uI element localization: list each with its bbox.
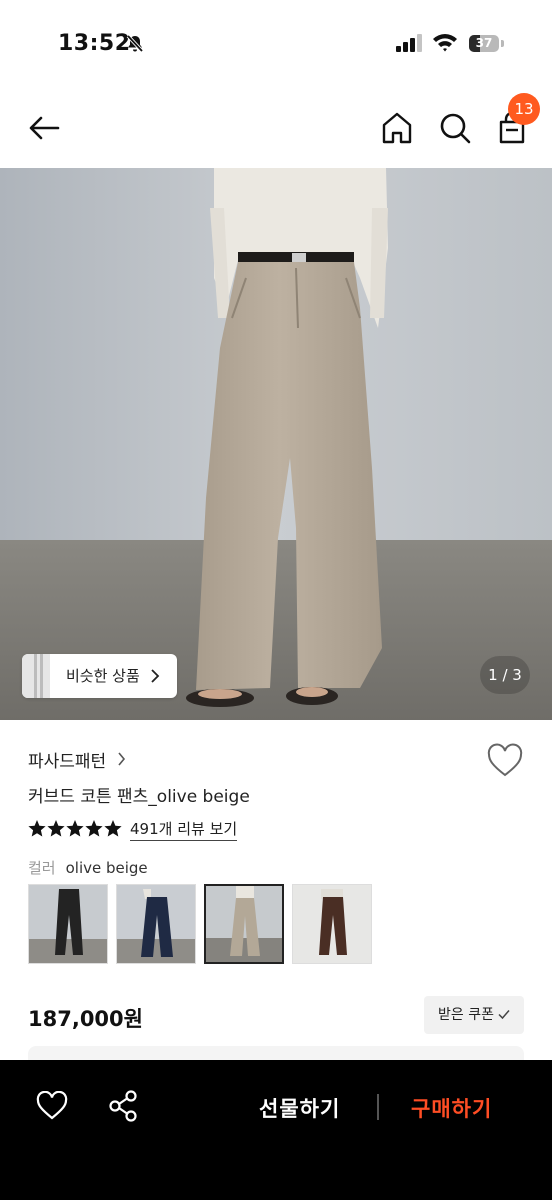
color-label: 컬러 xyxy=(28,859,56,877)
reviews-link[interactable]: 491개 리뷰 보기 xyxy=(130,818,238,841)
cellular-signal-icon xyxy=(396,34,422,52)
color-swatch-black[interactable] xyxy=(28,884,108,964)
color-swatch-olive-beige[interactable] xyxy=(204,884,284,964)
bottom-action-bar: 선물하기 구매하기 xyxy=(0,1060,552,1200)
buy-button[interactable]: 구매하기 xyxy=(411,1093,492,1123)
color-swatch-brown[interactable] xyxy=(292,884,372,964)
share-icon[interactable] xyxy=(108,1090,138,1122)
rating-stars xyxy=(28,820,122,837)
chevron-right-icon xyxy=(151,669,160,683)
status-bar: 13:52 37 xyxy=(0,0,552,80)
similar-products-button[interactable]: 비슷한 상품 xyxy=(22,654,177,698)
home-icon[interactable] xyxy=(380,110,414,146)
wifi-icon xyxy=(433,34,457,52)
divider xyxy=(377,1094,379,1120)
bell-muted-icon xyxy=(126,34,144,53)
color-selection: 컬러 olive beige xyxy=(28,857,148,878)
wishlist-heart-icon[interactable] xyxy=(486,743,524,779)
top-navigation: 13 xyxy=(0,90,552,166)
battery-level: 37 xyxy=(475,36,493,50)
search-icon[interactable] xyxy=(438,110,472,146)
similar-products-label: 비슷한 상품 xyxy=(66,667,140,685)
wishlist-heart-icon[interactable] xyxy=(36,1091,68,1121)
cart-count-badge: 13 xyxy=(508,93,540,125)
received-coupon-button[interactable]: 받은 쿠폰 xyxy=(424,996,524,1034)
battery-indicator: 37 xyxy=(469,35,505,53)
check-icon xyxy=(498,1010,510,1020)
product-title: 커브드 코튼 팬츠_olive beige xyxy=(28,787,250,807)
back-arrow-icon[interactable] xyxy=(26,110,62,146)
status-time: 13:52 xyxy=(58,31,131,56)
image-page-indicator: 1 / 3 xyxy=(480,656,530,694)
color-swatch-navy[interactable] xyxy=(116,884,196,964)
gift-button[interactable]: 선물하기 xyxy=(259,1093,340,1123)
similar-products-thumbnail xyxy=(22,654,50,698)
selected-color-value: olive beige xyxy=(65,859,148,877)
chevron-right-icon[interactable] xyxy=(117,752,126,766)
color-swatches xyxy=(28,884,388,964)
product-photo xyxy=(0,168,552,720)
product-price: 187,000원 xyxy=(28,1007,143,1031)
brand-link[interactable]: 파사드패턴 xyxy=(28,747,106,772)
coupon-label: 받은 쿠폰 xyxy=(438,1007,494,1023)
product-image-gallery[interactable]: 비슷한 상품 1 / 3 xyxy=(0,168,552,720)
